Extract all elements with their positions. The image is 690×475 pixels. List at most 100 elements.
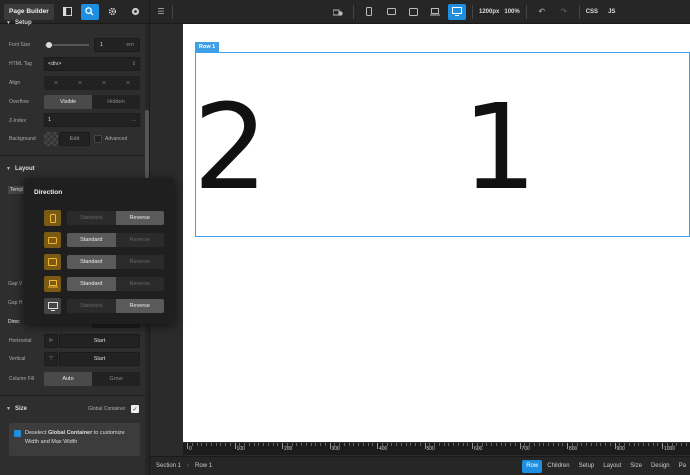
column-fill-grow-option[interactable]: Grow: [92, 372, 140, 386]
ruler-minor-tick: [514, 443, 516, 446]
direction-standard-option[interactable]: Standard: [67, 299, 116, 313]
font-size-input[interactable]: 1 em: [94, 38, 140, 52]
ruler-minor-tick: [339, 443, 340, 446]
direction-reverse-option[interactable]: Reverse: [115, 299, 164, 313]
device-laptop-icon[interactable]: [426, 4, 444, 20]
align-justify-icon[interactable]: ≡: [116, 76, 140, 90]
setup-section-header[interactable]: ▼ Setup: [0, 16, 32, 30]
ruler-minor-tick: [548, 443, 549, 446]
bottom-tab-design[interactable]: Design: [647, 460, 674, 473]
size-section-header[interactable]: ▼ Size: [0, 402, 27, 416]
overflow-visible-option[interactable]: Visible: [44, 95, 92, 109]
global-container-checkbox[interactable]: ✓: [131, 405, 139, 413]
align-right-icon[interactable]: ≡: [92, 76, 116, 90]
ruler-minor-tick: [244, 443, 245, 446]
ruler-minor-tick: [291, 443, 293, 446]
device-tablet-icon[interactable]: [404, 4, 422, 20]
ruler-label: 400: [379, 446, 388, 452]
search-icon[interactable]: [80, 3, 100, 20]
canvas-width[interactable]: 1200px: [479, 9, 499, 15]
direction-reverse-option[interactable]: Reverse: [116, 277, 165, 291]
direction-standard-option[interactable]: Standard: [67, 277, 116, 291]
zindex-input[interactable]: 1 ...: [44, 113, 140, 127]
background-label: Background: [9, 136, 36, 142]
ruler-minor-tick: [410, 443, 412, 446]
ruler-minor-tick: [491, 443, 492, 446]
redo-icon[interactable]: ↷: [555, 4, 573, 20]
bottom-tab-setup[interactable]: Setup: [575, 460, 599, 473]
divider: [525, 4, 527, 19]
js-button[interactable]: JS: [608, 9, 615, 15]
direction-row-phone: Standard Reverse: [44, 210, 164, 226]
html-tag-value: <div>: [48, 61, 62, 67]
bottom-tab-layout[interactable]: Layout: [599, 460, 625, 473]
ruler-minor-tick: [448, 443, 450, 446]
ruler-minor-tick: [210, 443, 212, 446]
ruler-minor-tick: [206, 443, 207, 446]
row-outline[interactable]: [195, 52, 690, 237]
panel-toggle-icon[interactable]: [58, 4, 77, 20]
overflow-hidden-option[interactable]: Hidden: [92, 95, 140, 109]
ruler-minor-tick: [633, 443, 635, 446]
direction-standard-option[interactable]: Standard: [67, 255, 116, 269]
zoom-level[interactable]: 100%: [504, 9, 519, 15]
device-laptop-icon: [44, 276, 61, 292]
ruler-minor-tick: [434, 443, 435, 446]
zindex-more-icon[interactable]: ...: [131, 117, 136, 123]
vertical-align-icon[interactable]: ⊤: [44, 352, 58, 366]
breadcrumb-row[interactable]: Row 1: [189, 463, 218, 469]
divider: [353, 4, 354, 19]
direction-popup: Direction Standard Reverse Standard Reverse…: [24, 178, 174, 324]
bottom-tab-row[interactable]: Row: [522, 459, 543, 473]
ruler-minor-tick: [310, 443, 312, 446]
ruler-minor-tick: [263, 443, 264, 446]
direction-reverse-option[interactable]: Reverse: [116, 255, 165, 269]
align-left-icon[interactable]: ≡: [44, 76, 68, 90]
undo-icon[interactable]: ↶: [533, 4, 551, 20]
align-center-icon[interactable]: ≡: [68, 76, 92, 90]
advanced-checkbox[interactable]: [94, 135, 102, 143]
gear-icon[interactable]: [103, 4, 122, 20]
overflow-segmented: Visible Hidden: [44, 95, 140, 109]
horizontal-align-icon[interactable]: ⊫: [44, 334, 58, 348]
caret-down-icon: ▼: [6, 20, 11, 26]
html-tag-select[interactable]: <div> ⇕: [44, 57, 140, 71]
settings-circle-icon[interactable]: [126, 4, 145, 20]
layout-section-header[interactable]: ▼ Layout: [0, 162, 35, 176]
bottom-tab-size[interactable]: Size: [626, 460, 646, 473]
background-edit-button[interactable]: Edit: [59, 132, 90, 146]
column-fill-auto-option[interactable]: Auto: [44, 372, 92, 386]
ruler-minor-tick: [396, 443, 397, 446]
row-tag[interactable]: Row 1: [195, 42, 220, 52]
ruler-minor-tick: [457, 443, 459, 446]
direction-reverse-option[interactable]: Reverse: [116, 233, 165, 247]
device-desktop-icon[interactable]: [448, 3, 466, 20]
direction-standard-option[interactable]: Standard: [67, 211, 116, 225]
visibility-settings-icon[interactable]: [329, 4, 347, 20]
direction-standard-option[interactable]: Standard: [67, 233, 116, 247]
template-label: Templ: [8, 186, 26, 194]
device-phone-icon[interactable]: [360, 4, 378, 20]
size-title: Size: [14, 406, 27, 412]
breadcrumb-section[interactable]: Section 1: [150, 463, 187, 469]
top-toolbar: ☰ 1200px 100% ↶ ↷ CSS JS: [150, 0, 690, 24]
horizontal-select[interactable]: Start: [59, 334, 140, 348]
bottom-tab-children[interactable]: Children: [543, 460, 573, 473]
background-swatch[interactable]: [44, 132, 58, 146]
bottom-tab-pa[interactable]: Pa: [675, 460, 690, 473]
ruler-minor-tick: [562, 443, 564, 446]
vertical-select[interactable]: Start: [59, 352, 140, 366]
vertical-label: Vertical: [9, 356, 26, 362]
direction-reverse-option[interactable]: Reverse: [115, 211, 164, 225]
setup-title: Setup: [14, 20, 32, 26]
device-phone-landscape-icon[interactable]: [382, 4, 400, 20]
ruler-label: 200: [284, 446, 293, 452]
info-icon: [14, 430, 21, 437]
css-button[interactable]: CSS: [586, 9, 598, 15]
direction-row-desktop: Standard Reverse: [44, 298, 164, 314]
ruler-minor-tick: [538, 443, 540, 446]
ruler-minor-tick: [524, 443, 526, 446]
hamburger-menu-icon[interactable]: ☰: [152, 4, 170, 20]
device-phone-landscape-icon: [44, 232, 61, 248]
font-size-unit: em: [126, 42, 134, 48]
